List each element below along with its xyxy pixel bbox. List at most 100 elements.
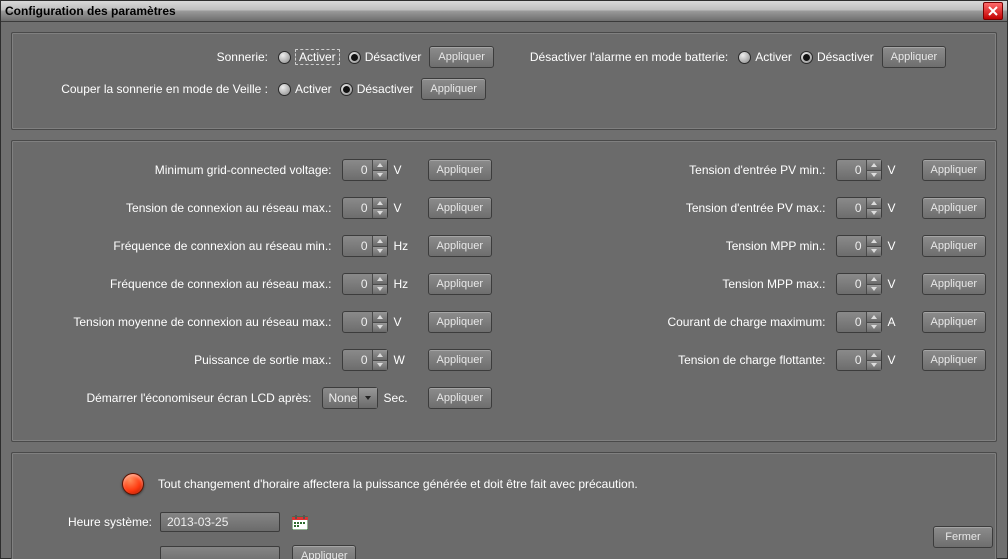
sonnerie-deactivate-label: Désactiver [365, 50, 422, 64]
parameter-label: Tension MPP max.: [516, 277, 836, 291]
sonnerie-apply-button[interactable]: Appliquer [429, 46, 493, 68]
parameter-label: Tension de charge flottante: [516, 353, 836, 367]
spinner-down-icon[interactable] [373, 285, 387, 295]
parameter-apply-button[interactable]: Appliquer [428, 387, 492, 409]
sonnerie-activate-radio[interactable] [278, 51, 291, 64]
parameter-row: Fréquence de connexion au réseau min.:0H… [22, 227, 492, 265]
parameter-unit: V [388, 201, 418, 215]
spinner-up-icon[interactable] [373, 350, 387, 361]
calendar-icon[interactable] [292, 515, 308, 530]
sonnerie-deactivate-radio[interactable] [348, 51, 361, 64]
parameter-unit: Hz [388, 277, 418, 291]
battery-apply-button[interactable]: Appliquer [882, 46, 946, 68]
parameter-apply-button[interactable]: Appliquer [428, 235, 492, 257]
label-standby-mute: Couper la sonnerie en mode de Veille : [22, 82, 268, 96]
parameter-apply-button[interactable]: Appliquer [428, 197, 492, 219]
parameter-row: Minimum grid-connected voltage:0VAppliqu… [22, 151, 492, 189]
parameter-unit: V [882, 201, 912, 215]
spinner-down-icon[interactable] [867, 209, 881, 219]
spinner-up-icon[interactable] [867, 350, 881, 361]
spinner-down-icon[interactable] [867, 171, 881, 181]
spinner-up-icon[interactable] [373, 312, 387, 323]
value-spinner[interactable]: 0 [342, 235, 388, 257]
value-spinner[interactable]: 0 [836, 159, 882, 181]
close-button[interactable]: Fermer [933, 526, 993, 548]
spinner-up-icon[interactable] [867, 312, 881, 323]
lcd-screensaver-row: Démarrer l'économiseur écran LCD après:N… [22, 379, 492, 417]
battery-deactivate-label: Désactiver [817, 50, 874, 64]
parameter-row: Courant de charge maximum:0AAppliquer [516, 303, 986, 341]
parameter-label: Tension de connexion au réseau max.: [22, 201, 342, 215]
standby-activate-radio[interactable] [278, 83, 291, 96]
sonnerie-activate-label: Activer [295, 49, 340, 65]
parameters-left-column: Minimum grid-connected voltage:0VAppliqu… [22, 151, 492, 417]
spinner-down-icon[interactable] [867, 323, 881, 333]
parameter-apply-button[interactable]: Appliquer [922, 311, 986, 333]
value-spinner[interactable]: 0 [342, 197, 388, 219]
system-time-panel: Tout changement d'horaire affectera la p… [11, 452, 997, 559]
chevron-down-icon[interactable] [358, 388, 377, 408]
spinner-up-icon[interactable] [867, 160, 881, 171]
parameter-apply-button[interactable]: Appliquer [922, 159, 986, 181]
parameter-row: Tension de charge flottante:0VAppliquer [516, 341, 986, 379]
spinner-down-icon[interactable] [867, 361, 881, 371]
spinner-up-icon[interactable] [373, 236, 387, 247]
spinner-down-icon[interactable] [373, 323, 387, 333]
parameter-unit: W [388, 353, 418, 367]
value-spinner[interactable]: 0 [836, 235, 882, 257]
warning-text: Tout changement d'horaire affectera la p… [158, 477, 638, 491]
parameter-apply-button[interactable]: Appliquer [922, 349, 986, 371]
label-sonnerie: Sonnerie: [22, 50, 268, 64]
parameter-apply-button[interactable]: Appliquer [428, 159, 492, 181]
window-body: Sonnerie: Activer Désactiver Appliquer D… [1, 22, 1007, 559]
standby-activate-label: Activer [295, 82, 332, 96]
spinner-down-icon[interactable] [867, 247, 881, 257]
battery-activate-label: Activer [755, 50, 792, 64]
system-date-input[interactable]: 2013-03-25 [160, 512, 280, 532]
parameter-apply-button[interactable]: Appliquer [922, 197, 986, 219]
spinner-down-icon[interactable] [373, 361, 387, 371]
lcd-timeout-select[interactable]: None [322, 387, 378, 409]
parameter-label: Minimum grid-connected voltage: [22, 163, 342, 177]
value-spinner[interactable]: 0 [836, 273, 882, 295]
parameter-apply-button[interactable]: Appliquer [428, 349, 492, 371]
parameter-label: Tension moyenne de connexion au réseau m… [22, 315, 342, 329]
spinner-down-icon[interactable] [373, 171, 387, 181]
value-spinner[interactable]: 0 [342, 349, 388, 371]
standby-deactivate-label: Désactiver [357, 82, 414, 96]
parameter-label: Puissance de sortie max.: [22, 353, 342, 367]
value-spinner[interactable]: 0 [836, 311, 882, 333]
standby-apply-button[interactable]: Appliquer [421, 78, 485, 100]
value-spinner[interactable]: 0 [342, 273, 388, 295]
spinner-down-icon[interactable] [867, 285, 881, 295]
parameter-row: Tension d'entrée PV min.:0VAppliquer [516, 151, 986, 189]
spinner-up-icon[interactable] [867, 236, 881, 247]
spinner-down-icon[interactable] [373, 209, 387, 219]
standby-deactivate-radio[interactable] [340, 83, 353, 96]
parameter-unit: V [882, 277, 912, 291]
parameter-unit: Hz [388, 239, 418, 253]
value-spinner[interactable]: 0 [836, 197, 882, 219]
parameter-apply-button[interactable]: Appliquer [428, 273, 492, 295]
battery-activate-radio[interactable] [738, 51, 751, 64]
value-spinner[interactable]: 0 [342, 311, 388, 333]
close-icon[interactable] [983, 2, 1003, 20]
warning-icon [122, 473, 144, 495]
system-time-apply-button[interactable]: Appliquer [292, 545, 356, 559]
parameter-apply-button[interactable]: Appliquer [922, 273, 986, 295]
parameter-apply-button[interactable]: Appliquer [428, 311, 492, 333]
spinner-down-icon[interactable] [373, 247, 387, 257]
battery-deactivate-radio[interactable] [800, 51, 813, 64]
parameters-panel: Minimum grid-connected voltage:0VAppliqu… [11, 140, 997, 442]
spinner-up-icon[interactable] [373, 160, 387, 171]
system-time-input[interactable] [160, 546, 280, 559]
parameter-row: Tension moyenne de connexion au réseau m… [22, 303, 492, 341]
value-spinner[interactable]: 0 [836, 349, 882, 371]
spinner-up-icon[interactable] [867, 274, 881, 285]
value-spinner[interactable]: 0 [342, 159, 388, 181]
spinner-up-icon[interactable] [373, 274, 387, 285]
parameter-apply-button[interactable]: Appliquer [922, 235, 986, 257]
spinner-up-icon[interactable] [373, 198, 387, 209]
spinner-up-icon[interactable] [867, 198, 881, 209]
label-system-time: Heure système: [22, 515, 160, 529]
